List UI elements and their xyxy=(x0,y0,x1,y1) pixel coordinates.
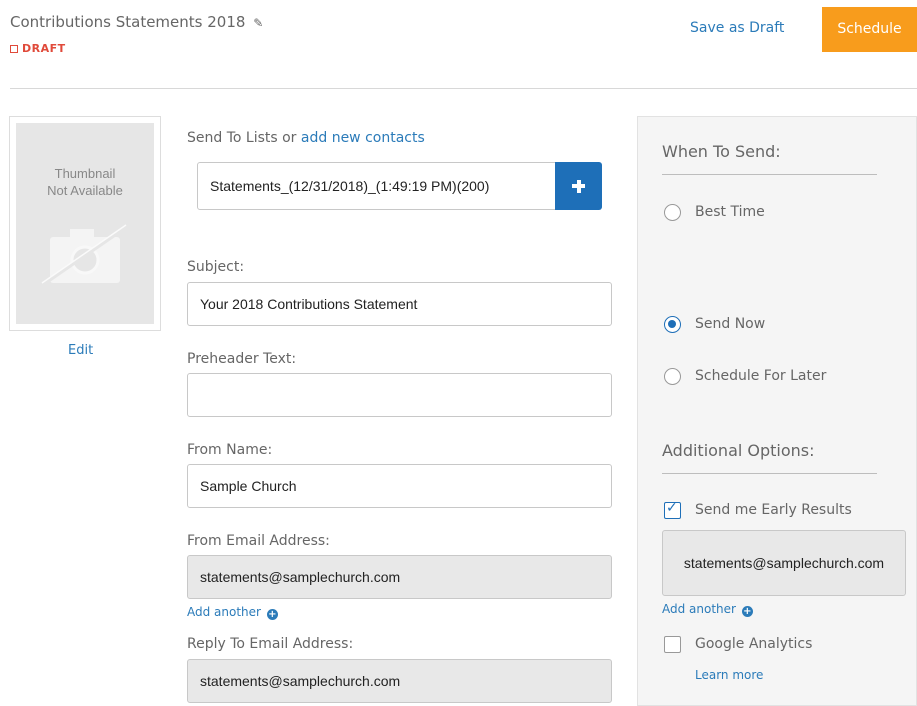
header-divider xyxy=(10,88,917,89)
add-new-contacts-link[interactable]: add new contacts xyxy=(301,130,425,146)
send-to-label: Send To Lists or add new contacts xyxy=(187,130,425,146)
best-time-radio[interactable] xyxy=(664,204,681,221)
add-circle-icon: + xyxy=(741,606,753,617)
best-time-label[interactable]: Best Time xyxy=(695,204,765,220)
additional-options-heading: Additional Options: xyxy=(662,441,815,460)
preheader-label: Preheader Text: xyxy=(187,351,297,367)
campaign-title: Contributions Statements 2018 ✎ xyxy=(10,13,263,31)
preheader-input[interactable] xyxy=(187,373,612,417)
reply-to-field[interactable]: statements@samplechurch.com xyxy=(187,659,612,703)
reply-to-label: Reply To Email Address: xyxy=(187,636,354,652)
schedule-button[interactable]: Schedule xyxy=(822,7,917,52)
from-email-add-another-link[interactable]: Add another + xyxy=(187,605,278,620)
draft-icon xyxy=(10,45,18,53)
checkmark-icon: ✓ xyxy=(666,500,678,516)
from-name-label: From Name: xyxy=(187,442,273,458)
google-analytics-label[interactable]: Google Analytics xyxy=(695,636,812,652)
add-list-button[interactable] xyxy=(555,162,602,210)
camera-icon xyxy=(40,224,128,287)
early-results-label[interactable]: Send me Early Results xyxy=(695,502,852,518)
thumbnail-frame: Thumbnail Not Available xyxy=(9,116,161,331)
schedule-later-radio[interactable] xyxy=(664,368,681,385)
pencil-icon[interactable]: ✎ xyxy=(253,16,263,30)
subject-input[interactable]: Your 2018 Contributions Statement xyxy=(187,282,612,326)
early-results-checkbox[interactable]: ✓ xyxy=(664,500,681,519)
early-results-email-field[interactable]: statements@samplechurch.com xyxy=(662,530,906,596)
status-badge: DRAFT xyxy=(10,42,66,55)
thumbnail-text-line2: Not Available xyxy=(47,183,123,198)
from-email-label: From Email Address: xyxy=(187,533,330,549)
from-name-input[interactable]: Sample Church xyxy=(187,464,612,508)
additional-options-rule xyxy=(662,473,877,474)
google-analytics-checkbox[interactable] xyxy=(664,636,681,653)
send-options-panel xyxy=(637,116,917,706)
when-to-send-heading: When To Send: xyxy=(662,142,781,161)
when-to-send-rule xyxy=(662,174,877,175)
send-now-radio[interactable] xyxy=(664,316,681,333)
campaign-title-text: Contributions Statements 2018 xyxy=(10,13,246,31)
thumbnail-edit-link[interactable]: Edit xyxy=(68,343,93,358)
early-results-add-another-link[interactable]: Add another + xyxy=(662,602,753,617)
contact-list-field[interactable]: Statements_(12/31/2018)_(1:49:19 PM)(200… xyxy=(197,162,557,210)
subject-label: Subject: xyxy=(187,259,245,275)
learn-more-link[interactable]: Learn more xyxy=(695,668,763,682)
thumbnail-placeholder: Thumbnail Not Available xyxy=(16,123,154,324)
schedule-later-label[interactable]: Schedule For Later xyxy=(695,368,826,384)
send-now-label[interactable]: Send Now xyxy=(695,316,765,332)
contact-list-value: Statements_(12/31/2018)_(1:49:19 PM)(200… xyxy=(210,178,490,194)
thumbnail-text-line1: Thumbnail xyxy=(54,166,116,181)
save-as-draft-link[interactable]: Save as Draft xyxy=(690,20,784,36)
add-circle-icon: + xyxy=(266,609,278,620)
from-email-field[interactable]: statements@samplechurch.com xyxy=(187,555,612,599)
